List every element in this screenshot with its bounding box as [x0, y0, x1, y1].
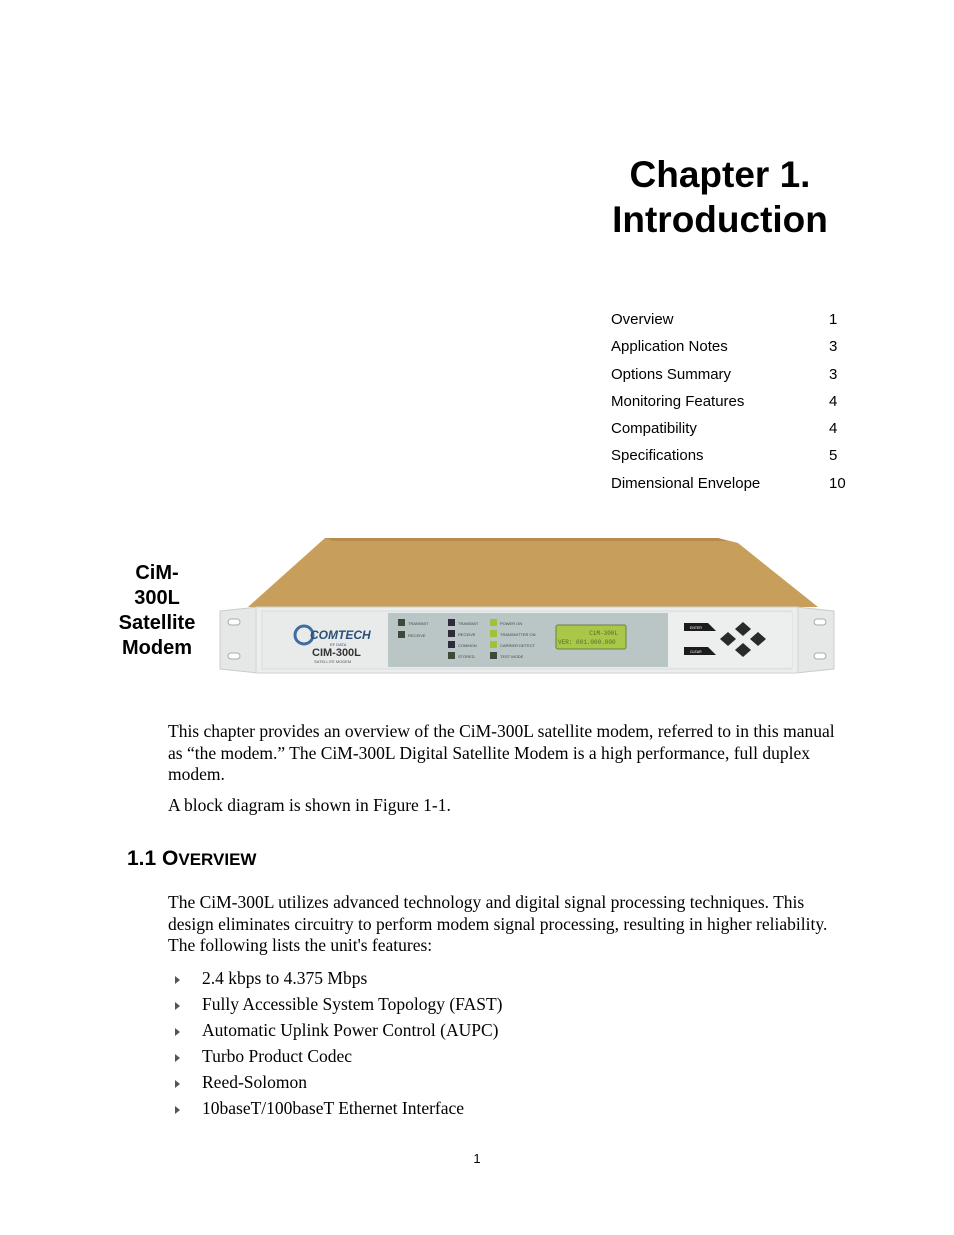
brand-text: COMTECH: [310, 628, 371, 642]
toc-page: 4: [829, 392, 838, 410]
toc-item[interactable]: Options Summary 3: [611, 364, 851, 391]
intro-paragraph: This chapter provides an overview of the…: [168, 721, 835, 784]
model-sub-text: SATELLITE MODEM: [314, 659, 351, 664]
feature-text: Turbo Product Codec: [202, 1045, 353, 1066]
caption-line: Satellite: [118, 612, 196, 634]
rack-ear-left: [219, 606, 259, 674]
toc-item[interactable]: Overview 1: [611, 309, 851, 336]
led: [448, 652, 455, 659]
mount-hole-icon: [227, 618, 241, 626]
mount-hole-icon: [813, 618, 827, 626]
led-label: CARRIER DETECT: [500, 643, 536, 648]
modem-photo: COMTECH EF DATA CIM-300L SATELLITE MODEM…: [219, 538, 835, 674]
led: [448, 630, 455, 637]
led-label: TRANSMIT: [408, 621, 429, 626]
toc-label: Specifications: [611, 447, 704, 465]
led-label: TRANSMITTER ON: [500, 632, 536, 637]
section-number: 1.1: [127, 847, 163, 870]
triangle-bullet-icon: [172, 968, 202, 989]
figure-caption: CiM- 300L Satellite Modem: [105, 561, 209, 661]
feature-text: Reed-Solomon: [202, 1071, 307, 1092]
toc-label: Compatibility: [611, 420, 697, 438]
led-label: POWER ON: [500, 621, 522, 626]
chapter-toc: Overview 1 Application Notes 3 Options Sum…: [611, 309, 851, 500]
chassis-top: [248, 538, 818, 607]
led-label: TRANSMIT: [458, 621, 479, 626]
mount-hole-icon: [227, 652, 241, 660]
chapter-title: Chapter 1. Introduction: [560, 152, 880, 242]
toc-page: 4: [829, 420, 838, 438]
mount-hole-icon: [813, 652, 827, 660]
caption-line: Modem: [122, 637, 192, 659]
list-item: Fully Accessible System Topology (FAST): [172, 991, 503, 1017]
toc-label: Overview: [611, 311, 674, 328]
chapter-number: Chapter 1.: [629, 154, 811, 195]
led: [490, 619, 497, 626]
features-list: 2.4 kbps to 4.375 Mbps Fully Accessible …: [172, 965, 503, 1121]
toc-label: Application Notes: [611, 338, 728, 356]
toc-page: 3: [829, 365, 838, 383]
toc-item[interactable]: Application Notes 3: [611, 336, 851, 363]
toc-label: Dimensional Envelope: [611, 474, 761, 492]
toc-item[interactable]: Compatibility 4: [611, 418, 851, 445]
svg-text:CLEAR: CLEAR: [690, 650, 702, 654]
toc-page: 1: [829, 311, 838, 328]
overview-paragraph: The CiM-300L utilizes advanced technolog…: [168, 892, 828, 955]
feature-text: Automatic Uplink Power Control (AUPC): [202, 1019, 499, 1040]
page-number: 1: [473, 1151, 481, 1166]
led: [490, 630, 497, 637]
list-item: 10baseT/100baseT Ethernet Interface: [172, 1095, 503, 1121]
led: [448, 619, 455, 626]
feature-text: 10baseT/100baseT Ethernet Interface: [202, 1097, 465, 1118]
caption-line: CiM-: [135, 562, 179, 584]
led-label: COMMON: [458, 643, 477, 648]
chassis-top-edge: [325, 538, 728, 541]
toc-page: 5: [829, 447, 838, 465]
led: [448, 641, 455, 648]
led-label: RECEIVE: [458, 632, 476, 637]
triangle-bullet-icon: [172, 1098, 202, 1119]
lcd-line: CiM-300L: [589, 630, 618, 637]
chapter-name: Introduction: [612, 199, 828, 240]
feature-text: Fully Accessible System Topology (FAST): [202, 993, 503, 1014]
list-item: Reed-Solomon: [172, 1069, 503, 1095]
toc-label: Monitoring Features: [611, 392, 745, 410]
section-title-initial: O: [162, 847, 179, 870]
list-item: Automatic Uplink Power Control (AUPC): [172, 1017, 503, 1043]
led: [490, 641, 497, 648]
triangle-bullet-icon: [172, 1020, 202, 1041]
toc-page: 3: [829, 338, 838, 356]
section-heading: 1.1 OVERVIEW: [127, 846, 256, 873]
list-item: Turbo Product Codec: [172, 1043, 503, 1069]
led-label: STORED: [458, 654, 475, 659]
svg-text:ENTER: ENTER: [690, 626, 702, 630]
led: [398, 631, 405, 638]
led: [490, 652, 497, 659]
rack-ear-right: [795, 606, 835, 674]
led-label: RECEIVE: [408, 633, 426, 638]
toc-item[interactable]: Dimensional Envelope 10: [611, 473, 851, 500]
lcd-line: VER: 001.000.000: [558, 639, 616, 646]
model-text: CIM-300L: [312, 647, 361, 659]
triangle-bullet-icon: [172, 1046, 202, 1067]
toc-item[interactable]: Monitoring Features 4: [611, 391, 851, 418]
toc-page: 10: [829, 474, 846, 492]
toc-item[interactable]: Specifications 5: [611, 445, 851, 472]
toc-label: Options Summary: [611, 365, 732, 383]
caption-line: 300L: [134, 587, 180, 609]
triangle-bullet-icon: [172, 1072, 202, 1093]
led: [398, 619, 405, 626]
feature-text: 2.4 kbps to 4.375 Mbps: [202, 967, 368, 988]
list-item: 2.4 kbps to 4.375 Mbps: [172, 965, 503, 991]
figure-reference-paragraph: A block diagram is shown in Figure 1-1.: [168, 795, 451, 815]
led-label: TEST MODE: [500, 654, 524, 659]
triangle-bullet-icon: [172, 994, 202, 1015]
section-title-rest: VERVIEW: [178, 850, 257, 869]
